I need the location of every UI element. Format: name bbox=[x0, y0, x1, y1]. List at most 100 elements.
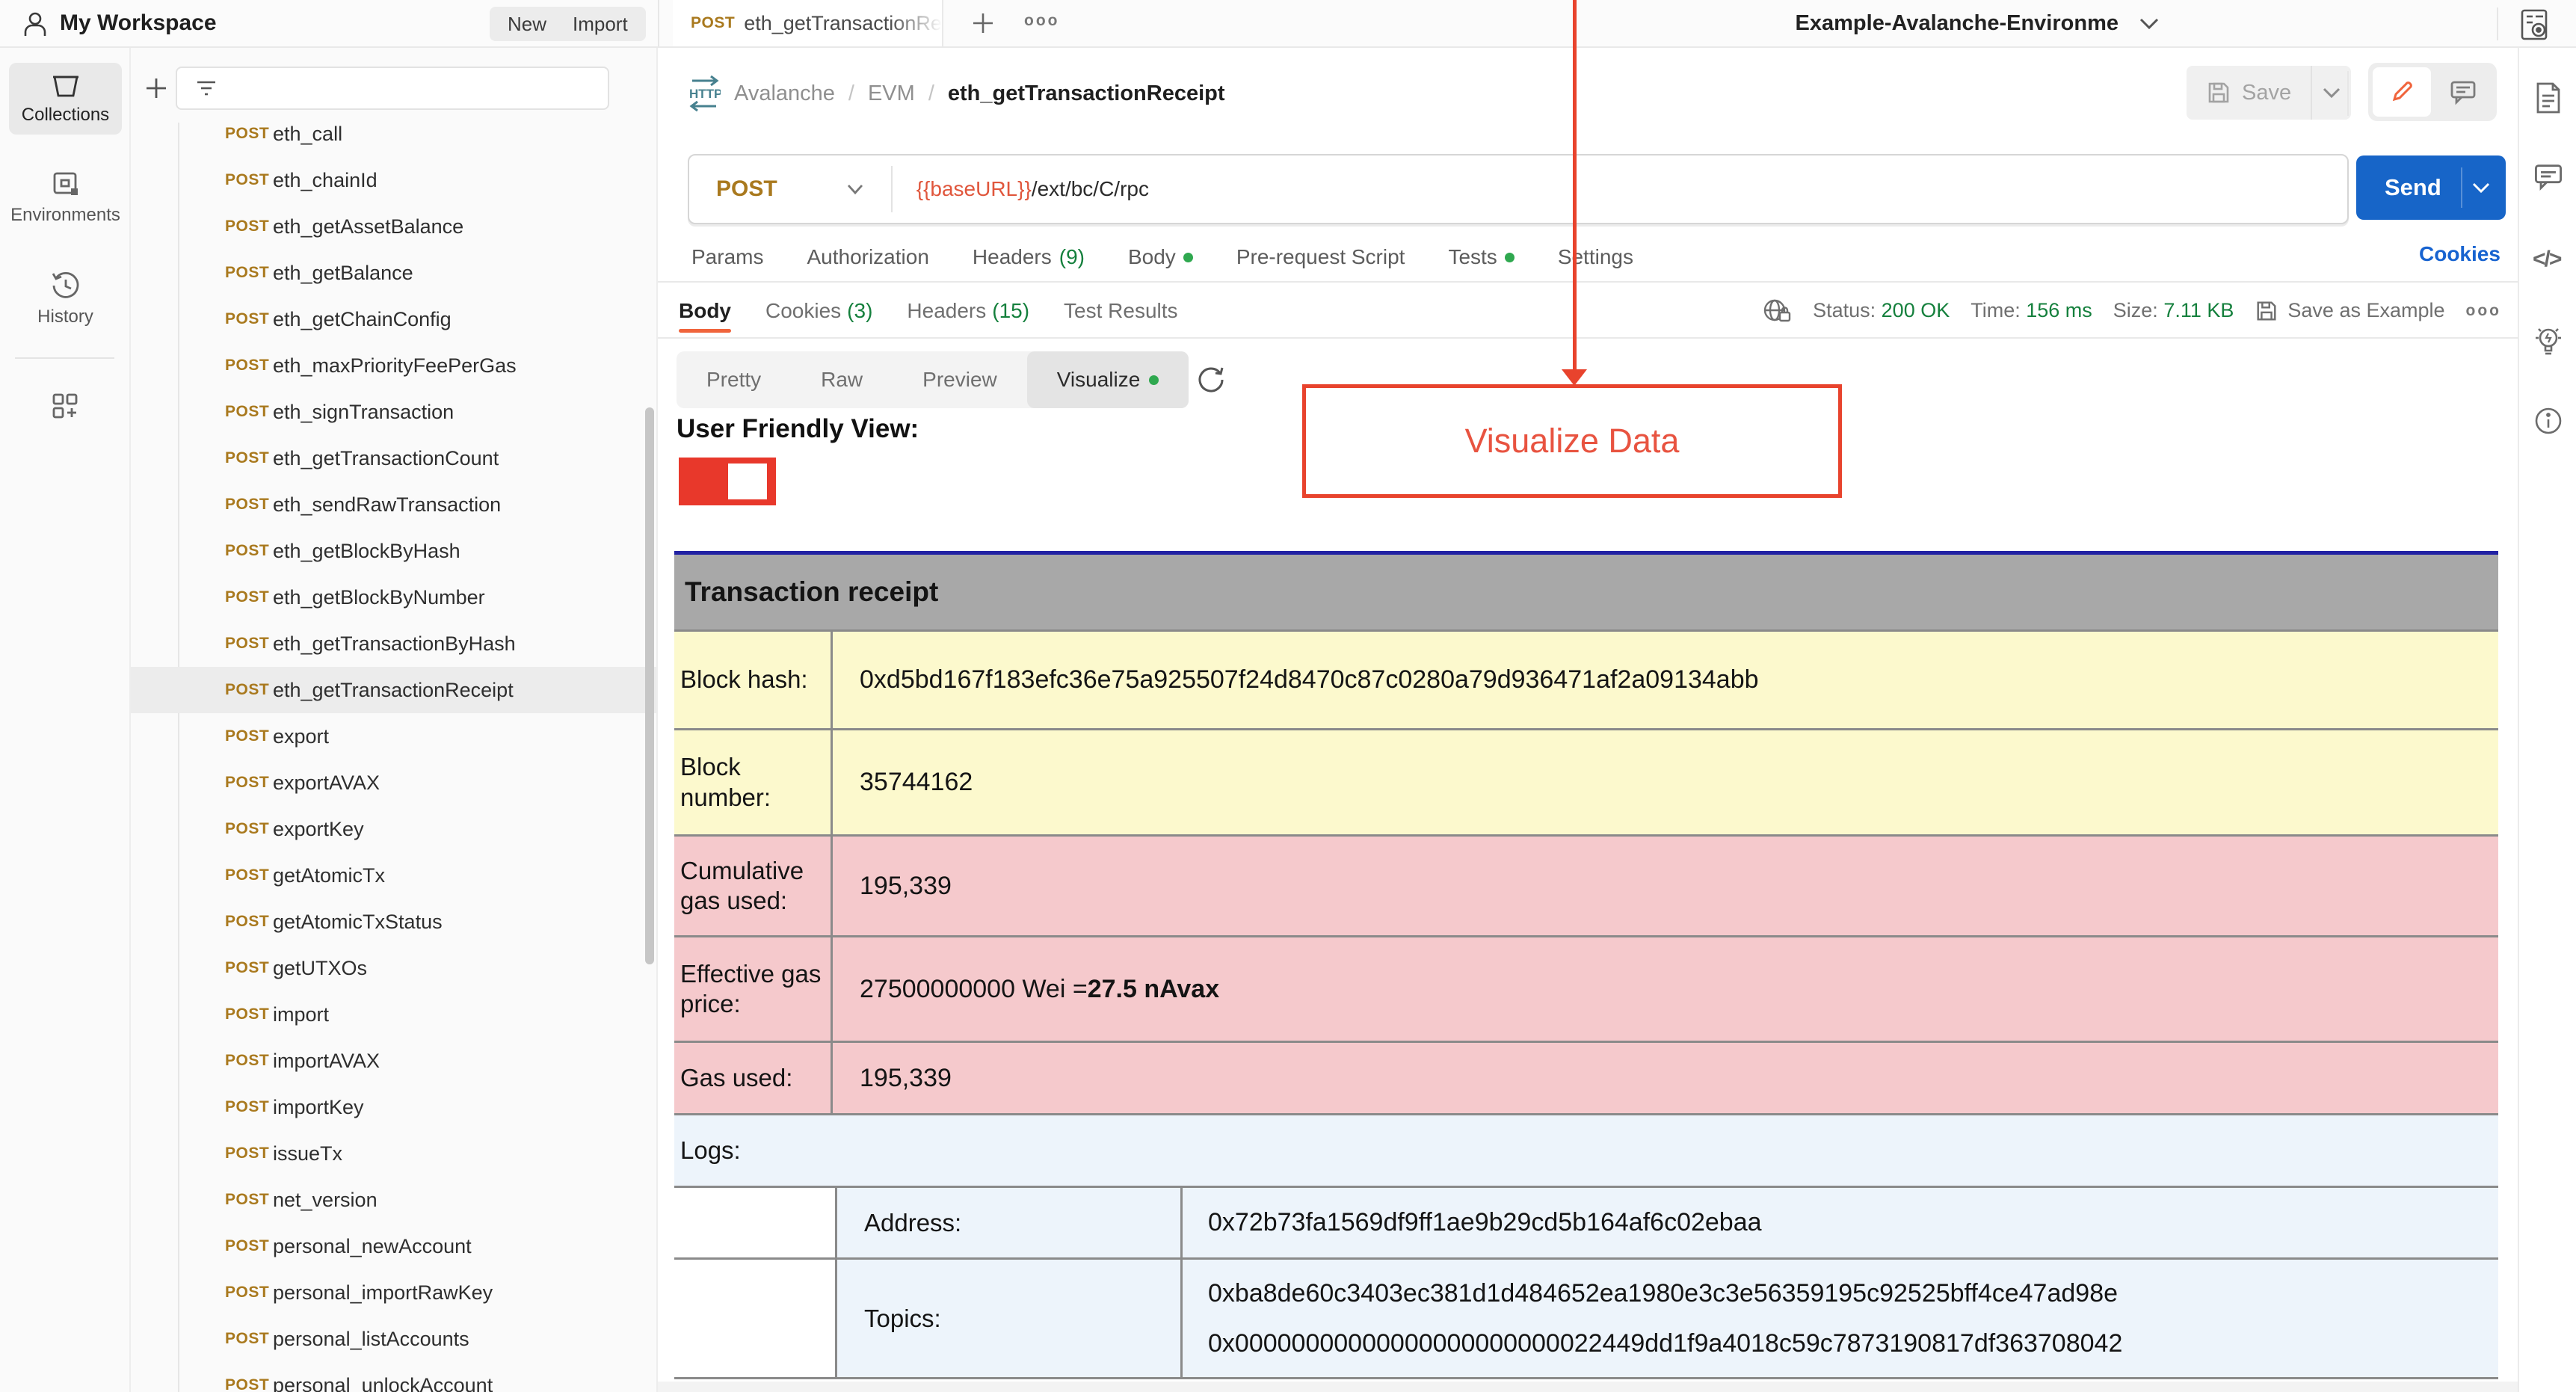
breadcrumb-folder[interactable]: EVM bbox=[868, 81, 915, 106]
edit-mode-button[interactable] bbox=[2373, 67, 2431, 117]
request-tab-tests[interactable]: Tests bbox=[1448, 245, 1515, 269]
value-text: 27500000000 Wei = bbox=[860, 974, 1088, 1003]
sidebar-request-item[interactable]: POST issueTx bbox=[131, 1130, 656, 1177]
comment-icon[interactable] bbox=[2533, 161, 2564, 191]
mode-label: Preview bbox=[922, 368, 997, 391]
sidebar-request-item[interactable]: POST eth_getTransactionByHash bbox=[131, 620, 656, 667]
sidebar-request-item[interactable]: POST net_version bbox=[131, 1177, 656, 1223]
environment-name: Example-Avalanche-Environme bbox=[1795, 10, 2119, 35]
request-name: eth_getBlockByNumber bbox=[273, 585, 485, 609]
left-rail: Collections Environments History bbox=[0, 48, 131, 1392]
sidebar-request-item[interactable]: POST personal_listAccounts bbox=[131, 1316, 656, 1362]
response-tab-test-results[interactable]: Test Results bbox=[1064, 284, 1178, 337]
view-mode-preview[interactable]: Preview bbox=[893, 351, 1027, 408]
lightbulb-icon[interactable] bbox=[2533, 323, 2564, 359]
right-rail: </> bbox=[2518, 48, 2576, 1392]
view-mode-visualize[interactable]: Visualize bbox=[1026, 351, 1189, 408]
code-icon[interactable]: </> bbox=[2533, 247, 2562, 272]
sidebar-scrollbar[interactable] bbox=[645, 407, 654, 964]
save-options-button[interactable] bbox=[2312, 66, 2352, 120]
save-as-example-button[interactable]: Save as Example bbox=[2255, 299, 2445, 323]
new-button[interactable]: New bbox=[490, 7, 565, 41]
request-tab-authorization[interactable]: Authorization bbox=[807, 245, 928, 269]
sidebar-filter-input[interactable] bbox=[228, 76, 572, 100]
view-mode-pretty[interactable]: Pretty bbox=[677, 351, 791, 408]
response-tab-cookies[interactable]: Cookies (3) bbox=[765, 284, 872, 337]
sidebar-request-item[interactable]: POST personal_newAccount bbox=[131, 1223, 656, 1269]
configure-blocks-button[interactable] bbox=[0, 390, 129, 423]
sidebar-request-item[interactable]: POST eth_maxPriorityFeePerGas bbox=[131, 342, 656, 389]
tab-label: Headers bbox=[907, 298, 987, 322]
response-tab-headers[interactable]: Headers (15) bbox=[907, 284, 1029, 337]
breadcrumb-collection[interactable]: Avalanche bbox=[734, 81, 835, 106]
workspace-title[interactable]: My Workspace bbox=[60, 10, 217, 36]
send-options-chevron-icon[interactable] bbox=[2471, 181, 2491, 194]
sidebar-request-item[interactable]: POST eth_call bbox=[131, 111, 656, 157]
cookies-link[interactable]: Cookies bbox=[2419, 242, 2500, 266]
green-dot-badge bbox=[1149, 375, 1159, 385]
sidebar-request-item[interactable]: POST eth_chainId bbox=[131, 157, 656, 203]
collections-sidebar: ooo POSTeth_callPOSTeth_chainIdPOSTeth_g… bbox=[131, 48, 658, 1392]
user-friendly-toggle[interactable] bbox=[679, 458, 776, 505]
new-tab-button[interactable] bbox=[969, 9, 997, 37]
request-name: eth_getTransactionByHash bbox=[273, 632, 516, 655]
sidebar-request-item[interactable]: POST eth_getTransactionCount bbox=[131, 435, 656, 481]
environment-quick-look-icon[interactable] bbox=[2516, 7, 2552, 42]
save-button[interactable]: Save bbox=[2187, 66, 2313, 120]
response-tab-body[interactable]: Body bbox=[679, 284, 731, 337]
request-tab-headers[interactable]: Headers (9) bbox=[973, 245, 1085, 269]
environment-selector[interactable]: Example-Avalanche-Environme bbox=[1796, 0, 2160, 46]
url-input[interactable]: {{baseURL}}/ext/bc/C/rpc bbox=[916, 177, 1149, 201]
rail-item-environments[interactable]: Environments bbox=[9, 160, 122, 235]
import-button[interactable]: Import bbox=[555, 7, 646, 41]
info-icon[interactable] bbox=[2533, 405, 2564, 437]
bottom-scroll-strip[interactable] bbox=[658, 1382, 2576, 1392]
sidebar-filter-box[interactable] bbox=[176, 67, 609, 110]
chevron-down-icon[interactable] bbox=[846, 183, 864, 195]
sidebar-request-item[interactable]: POST eth_signTransaction bbox=[131, 389, 656, 435]
sidebar-request-item[interactable]: POST getAtomicTxStatus bbox=[131, 899, 656, 945]
view-mode-raw[interactable]: Raw bbox=[791, 351, 893, 408]
sidebar-request-item[interactable]: POST getAtomicTx bbox=[131, 852, 656, 899]
sidebar-request-item[interactable]: POST export bbox=[131, 713, 656, 760]
add-request-button[interactable] bbox=[143, 75, 170, 102]
send-button[interactable]: Send bbox=[2356, 155, 2506, 220]
method-badge: POST bbox=[225, 264, 270, 281]
sidebar-request-item[interactable]: POST getUTXOs bbox=[131, 945, 656, 991]
row-label: Gas used: bbox=[674, 1043, 833, 1113]
method-select[interactable]: POST bbox=[716, 176, 777, 202]
table-row: Gas used: 195,339 bbox=[674, 1043, 2498, 1115]
tab-more-options-icon[interactable]: ooo bbox=[1024, 12, 1059, 30]
sidebar-request-item[interactable]: POST importKey bbox=[131, 1084, 656, 1130]
request-tab-settings[interactable]: Settings bbox=[1558, 245, 1633, 269]
response-more-options-icon[interactable]: ooo bbox=[2466, 302, 2501, 320]
sidebar-request-item[interactable]: POST eth_getAssetBalance bbox=[131, 203, 656, 250]
view-mode-switcher: Pretty Raw Preview Visualize bbox=[677, 351, 1189, 408]
tab-label: Params bbox=[691, 245, 764, 268]
request-tab-body[interactable]: Body bbox=[1128, 245, 1193, 269]
request-tab-pre-request-script[interactable]: Pre-request Script bbox=[1236, 245, 1405, 269]
sidebar-request-item[interactable]: POST eth_getBalance bbox=[131, 250, 656, 296]
sidebar-request-item[interactable]: POST personal_unlockAccount bbox=[131, 1362, 656, 1392]
sidebar-request-item[interactable]: POST exportAVAX bbox=[131, 760, 656, 806]
sidebar-request-item[interactable]: POST eth_sendRawTransaction bbox=[131, 481, 656, 528]
request-tab-params[interactable]: Params bbox=[691, 245, 763, 269]
sidebar-request-item[interactable]: POST eth_getTransactionReceipt bbox=[131, 667, 656, 713]
sidebar-request-item[interactable]: POST exportKey bbox=[131, 806, 656, 852]
refresh-icon[interactable] bbox=[1193, 362, 1227, 396]
sidebar-request-item[interactable]: POST eth_getBlockByNumber bbox=[131, 574, 656, 620]
user-icon[interactable] bbox=[21, 10, 49, 39]
sidebar-request-item[interactable]: POST import bbox=[131, 991, 656, 1038]
sidebar-request-item[interactable]: POST personal_importRawKey bbox=[131, 1269, 656, 1316]
sidebar-request-item[interactable]: POST importAVAX bbox=[131, 1038, 656, 1084]
rail-item-history[interactable]: History bbox=[9, 260, 122, 336]
rail-item-collections[interactable]: Collections bbox=[9, 63, 122, 135]
log-empty-cell bbox=[674, 1188, 837, 1257]
comments-button[interactable] bbox=[2434, 67, 2492, 117]
network-lock-icon[interactable] bbox=[1762, 298, 1792, 324]
sidebar-request-item[interactable]: POST eth_getChainConfig bbox=[131, 296, 656, 342]
sidebar-request-item[interactable]: POST eth_getBlockByHash bbox=[131, 528, 656, 574]
table-row: Logs: bbox=[674, 1115, 2498, 1188]
open-request-tab[interactable]: POST eth_getTransactionRece bbox=[673, 0, 943, 46]
document-icon[interactable] bbox=[2533, 81, 2564, 115]
